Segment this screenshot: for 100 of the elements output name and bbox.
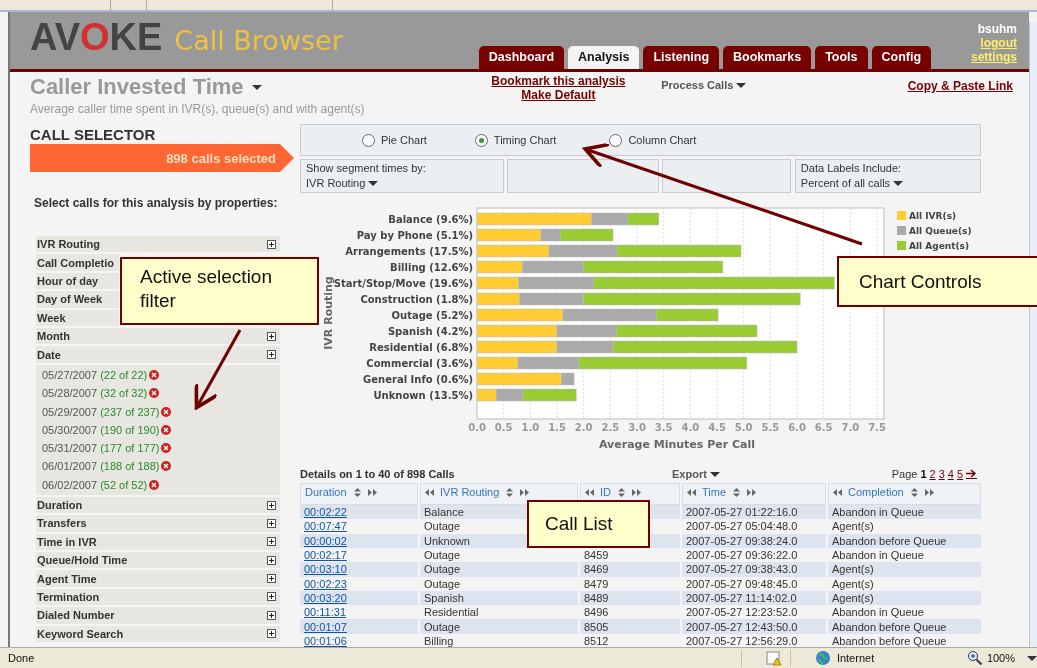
filter-item[interactable]: Hour of day xyxy=(36,272,119,290)
tab[interactable]: Tools xyxy=(815,46,868,70)
filter-label: Call Completio xyxy=(37,256,114,269)
page-title: Caller Invested Time xyxy=(30,74,244,101)
tick-label: 0.0 xyxy=(468,422,486,434)
remove-icon[interactable] xyxy=(149,369,160,380)
copy-link[interactable]: Copy & Paste Link xyxy=(907,79,1013,94)
action-link[interactable]: Make Default xyxy=(521,88,596,103)
expand-icon[interactable] xyxy=(267,500,276,510)
move-right-icon[interactable] xyxy=(632,487,641,497)
dropdown[interactable]: IVR Routing xyxy=(306,177,366,190)
product-name: Call Browser xyxy=(174,25,343,57)
zoom-level[interactable]: 100% xyxy=(986,652,1015,664)
expand-icon[interactable] xyxy=(267,331,276,341)
filter-item[interactable]: IVR Routing xyxy=(36,236,280,253)
expand-icon[interactable] xyxy=(267,610,276,620)
filter-item[interactable]: Week xyxy=(36,309,119,326)
move-right-icon[interactable] xyxy=(924,487,934,497)
sort-icon[interactable] xyxy=(505,487,515,497)
duration-link[interactable]: 00:01:06 xyxy=(304,634,347,647)
filter-item[interactable]: Day of Week xyxy=(36,291,119,308)
page-link[interactable]: 4 xyxy=(947,468,954,481)
expand-icon[interactable] xyxy=(267,592,276,602)
filter-item[interactable]: Time in IVR xyxy=(36,533,280,550)
bar xyxy=(476,388,497,402)
expand-icon[interactable] xyxy=(267,629,276,639)
filter-label: Time in IVR xyxy=(37,535,97,548)
filter-item[interactable]: Month xyxy=(36,328,280,345)
expand-icon[interactable] xyxy=(267,574,276,584)
tab[interactable]: Config xyxy=(871,46,932,70)
remove-icon[interactable] xyxy=(149,479,160,490)
section-title: CALL SELECTOR xyxy=(30,126,157,145)
radio-option[interactable]: Timing Chart xyxy=(474,133,557,147)
move-right-icon[interactable] xyxy=(747,487,757,497)
table-cell: Agent(s) xyxy=(828,562,981,577)
filter-item[interactable]: Call Completio xyxy=(36,254,119,271)
dropdown[interactable]: Percent of all calls xyxy=(800,177,891,190)
filter-label: Agent Time xyxy=(37,572,97,585)
tab[interactable]: Listening xyxy=(643,46,720,70)
move-left-icon[interactable] xyxy=(833,487,842,497)
expand-icon[interactable] xyxy=(267,518,276,528)
column-label[interactable]: Time xyxy=(702,486,727,499)
category-label: Pay by Phone (5.1%) xyxy=(356,230,473,242)
filter-item[interactable]: Transfers xyxy=(36,515,280,532)
page-link[interactable]: 3 xyxy=(938,468,945,481)
remove-icon[interactable] xyxy=(161,406,172,417)
security-zone: Internet xyxy=(836,652,876,664)
zoom-icon[interactable] xyxy=(966,650,983,666)
action-link[interactable]: Bookmark this analysis xyxy=(491,74,626,89)
tab[interactable]: Bookmarks xyxy=(723,46,812,70)
table-cell: Outage xyxy=(420,619,578,634)
process-menu[interactable]: Process Calls xyxy=(661,79,734,92)
column-label[interactable]: ID xyxy=(600,486,611,499)
column-label[interactable]: Duration xyxy=(305,486,347,499)
expand-icon[interactable] xyxy=(267,239,276,249)
export-menu[interactable]: Export xyxy=(672,468,707,481)
duration-link[interactable]: 00:02:17 xyxy=(304,549,347,562)
sort-icon[interactable] xyxy=(352,487,362,497)
filter-item[interactable]: Agent Time xyxy=(36,570,280,587)
move-left-icon[interactable] xyxy=(687,487,696,497)
table-cell: Abandon in Queue xyxy=(828,505,981,520)
duration-link[interactable]: 00:02:23 xyxy=(304,577,347,590)
page-link[interactable]: 5 xyxy=(956,468,963,481)
move-left-icon[interactable] xyxy=(585,487,594,497)
expand-icon[interactable] xyxy=(267,537,276,547)
move-left-icon[interactable] xyxy=(425,487,434,497)
duration-link[interactable]: 00:11:31 xyxy=(304,606,346,619)
filter-item[interactable]: Duration xyxy=(36,496,280,514)
column-label[interactable]: Completion xyxy=(848,486,904,499)
filter-item[interactable]: Dialed Number xyxy=(36,607,280,624)
tick-label: 4.5 xyxy=(708,422,726,434)
filter-item[interactable]: Keyword Search xyxy=(36,625,280,642)
axis-title: IVR Routing xyxy=(322,276,335,350)
remove-icon[interactable] xyxy=(161,424,172,435)
table-cell: 8469 xyxy=(580,562,680,577)
radio-option[interactable]: Pie Chart xyxy=(362,133,427,147)
sort-icon[interactable] xyxy=(909,487,919,497)
remove-icon[interactable] xyxy=(161,443,172,454)
radio-option[interactable]: Column Chart xyxy=(609,133,697,147)
expand-icon[interactable] xyxy=(267,350,276,360)
page-link[interactable]: 1 xyxy=(920,468,927,481)
column-label[interactable]: IVR Routing xyxy=(440,486,500,499)
filter-item[interactable]: Date xyxy=(36,346,280,363)
move-right-icon[interactable] xyxy=(367,487,377,497)
filter-item[interactable]: Queue/Hold Time xyxy=(36,552,280,569)
filter-label: Week xyxy=(37,311,66,324)
remove-icon[interactable] xyxy=(149,388,160,399)
sort-icon[interactable] xyxy=(617,487,626,497)
move-right-icon[interactable] xyxy=(520,487,530,497)
remove-icon[interactable] xyxy=(161,461,172,472)
next-page-icon[interactable] xyxy=(966,469,977,480)
tab[interactable]: Analysis xyxy=(568,46,640,70)
filter-value: 06/02/2007 (52 of 52) xyxy=(42,478,148,491)
page-link[interactable]: 2 xyxy=(929,468,936,481)
filter-item[interactable]: Termination xyxy=(36,588,280,606)
sort-icon[interactable] xyxy=(732,487,742,497)
duration-link[interactable]: 00:07:47 xyxy=(304,520,347,533)
expand-icon[interactable] xyxy=(267,555,276,565)
tab[interactable]: Dashboard xyxy=(478,46,565,70)
scrollbar[interactable] xyxy=(1029,22,1037,648)
